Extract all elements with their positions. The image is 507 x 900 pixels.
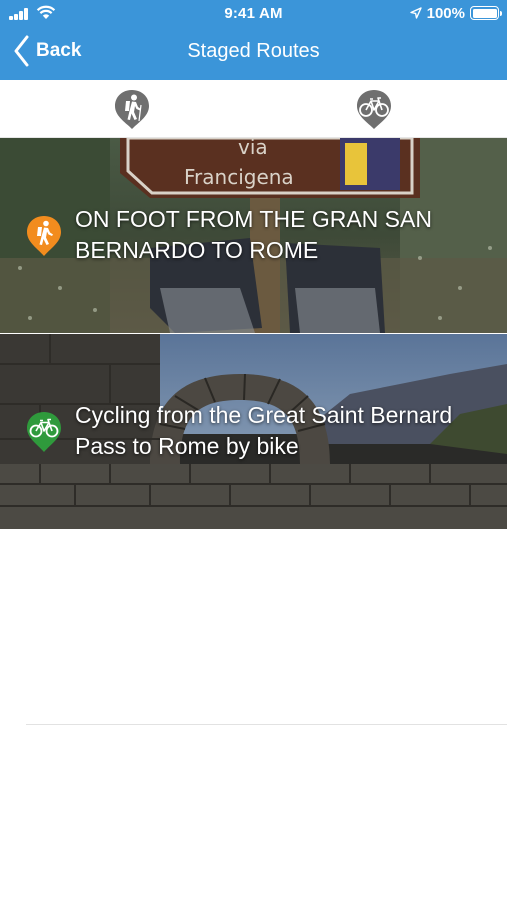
route-card-by-bike[interactable]: Cycling from the Great Saint Bernard Pas… xyxy=(0,334,507,529)
hiker-icon[interactable] xyxy=(111,88,153,130)
battery-percentage: 100% xyxy=(426,4,465,22)
sign-text-francigena: Francigena xyxy=(184,165,294,189)
page-title: Staged Routes xyxy=(187,40,320,62)
sign-text-via: via xyxy=(238,138,268,159)
status-bar: 9:41 AM 100% xyxy=(0,0,507,28)
route-type-filter-bar xyxy=(0,80,507,138)
hiker-pin-icon xyxy=(27,216,61,256)
route-card-on-foot[interactable]: via Francigena ON FOOT FROM THE GRAN SAN… xyxy=(0,138,507,333)
route-title: ON FOOT FROM THE GRAN SAN BERNARDO TO RO… xyxy=(75,206,432,263)
location-arrow-icon xyxy=(409,7,422,19)
divider xyxy=(26,724,507,725)
bicycle-icon[interactable] xyxy=(353,88,395,130)
bicycle-pin-icon xyxy=(27,412,61,452)
route-title: Cycling from the Great Saint Bernard Pas… xyxy=(75,402,453,459)
battery-icon xyxy=(470,6,502,20)
navigation-header: 9:41 AM 100% Back Staged Routes xyxy=(0,0,507,80)
